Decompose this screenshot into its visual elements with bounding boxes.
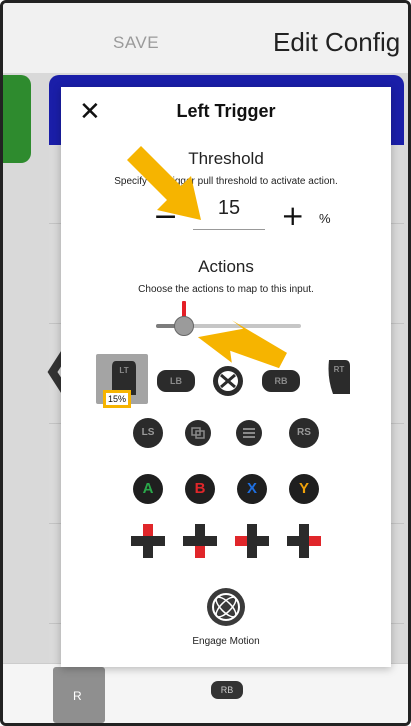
view-button-icon[interactable] — [185, 420, 211, 446]
side-tab-green[interactable] — [3, 75, 31, 163]
threshold-increase-button[interactable]: + — [281, 199, 304, 232]
bottom-tile-label: R — [73, 689, 82, 703]
b-button-icon[interactable]: B — [185, 474, 215, 504]
left-trigger-dialog: ✕ Left Trigger Threshold Specify the tri… — [61, 87, 391, 667]
threshold-title: Threshold — [188, 149, 264, 168]
y-button-icon[interactable]: Y — [289, 474, 319, 504]
lb-button-icon[interactable]: LB — [157, 370, 195, 392]
threshold-unit: % — [319, 211, 331, 226]
engage-motion-label: Engage Motion — [192, 636, 260, 647]
dpad-right-icon[interactable] — [287, 524, 321, 558]
actions-description: Choose the actions to map to this input. — [138, 284, 314, 295]
save-button[interactable]: SAVE — [113, 33, 159, 53]
page-title: Edit Config — [273, 27, 401, 57]
motion-gyro-icon[interactable] — [206, 587, 246, 627]
svg-text:LT: LT — [119, 366, 128, 375]
actions-title: Actions — [198, 257, 254, 276]
left-stick-button-icon[interactable]: LS — [133, 418, 163, 448]
svg-text:RT: RT — [334, 365, 345, 374]
dpad-left-icon[interactable] — [235, 524, 269, 558]
threshold-percent-badge: 15% — [103, 390, 131, 408]
menu-button-icon[interactable] — [236, 420, 262, 446]
rb-small-icon: RB — [211, 681, 243, 699]
right-stick-button-icon[interactable]: RS — [289, 418, 319, 448]
x-button-icon[interactable]: X — [237, 474, 267, 504]
phone-frame: SAVE Edit Config ❮ R RB ✕ Left Trigger T… — [0, 0, 411, 726]
rt-trigger-icon[interactable]: RT — [325, 358, 351, 396]
annotation-arrow-slider-icon — [197, 320, 287, 369]
dialog-title: Left Trigger — [176, 101, 276, 121]
dpad-up-icon[interactable] — [131, 524, 165, 558]
a-button-icon[interactable]: A — [133, 474, 163, 504]
top-bar: SAVE Edit Config — [3, 3, 408, 73]
annotation-arrow-threshold-icon — [127, 146, 201, 220]
dpad-down-icon[interactable] — [183, 524, 217, 558]
action-slider-thumb[interactable] — [174, 316, 194, 336]
threshold-description: Specify the trigger pull threshold to ac… — [114, 176, 338, 187]
